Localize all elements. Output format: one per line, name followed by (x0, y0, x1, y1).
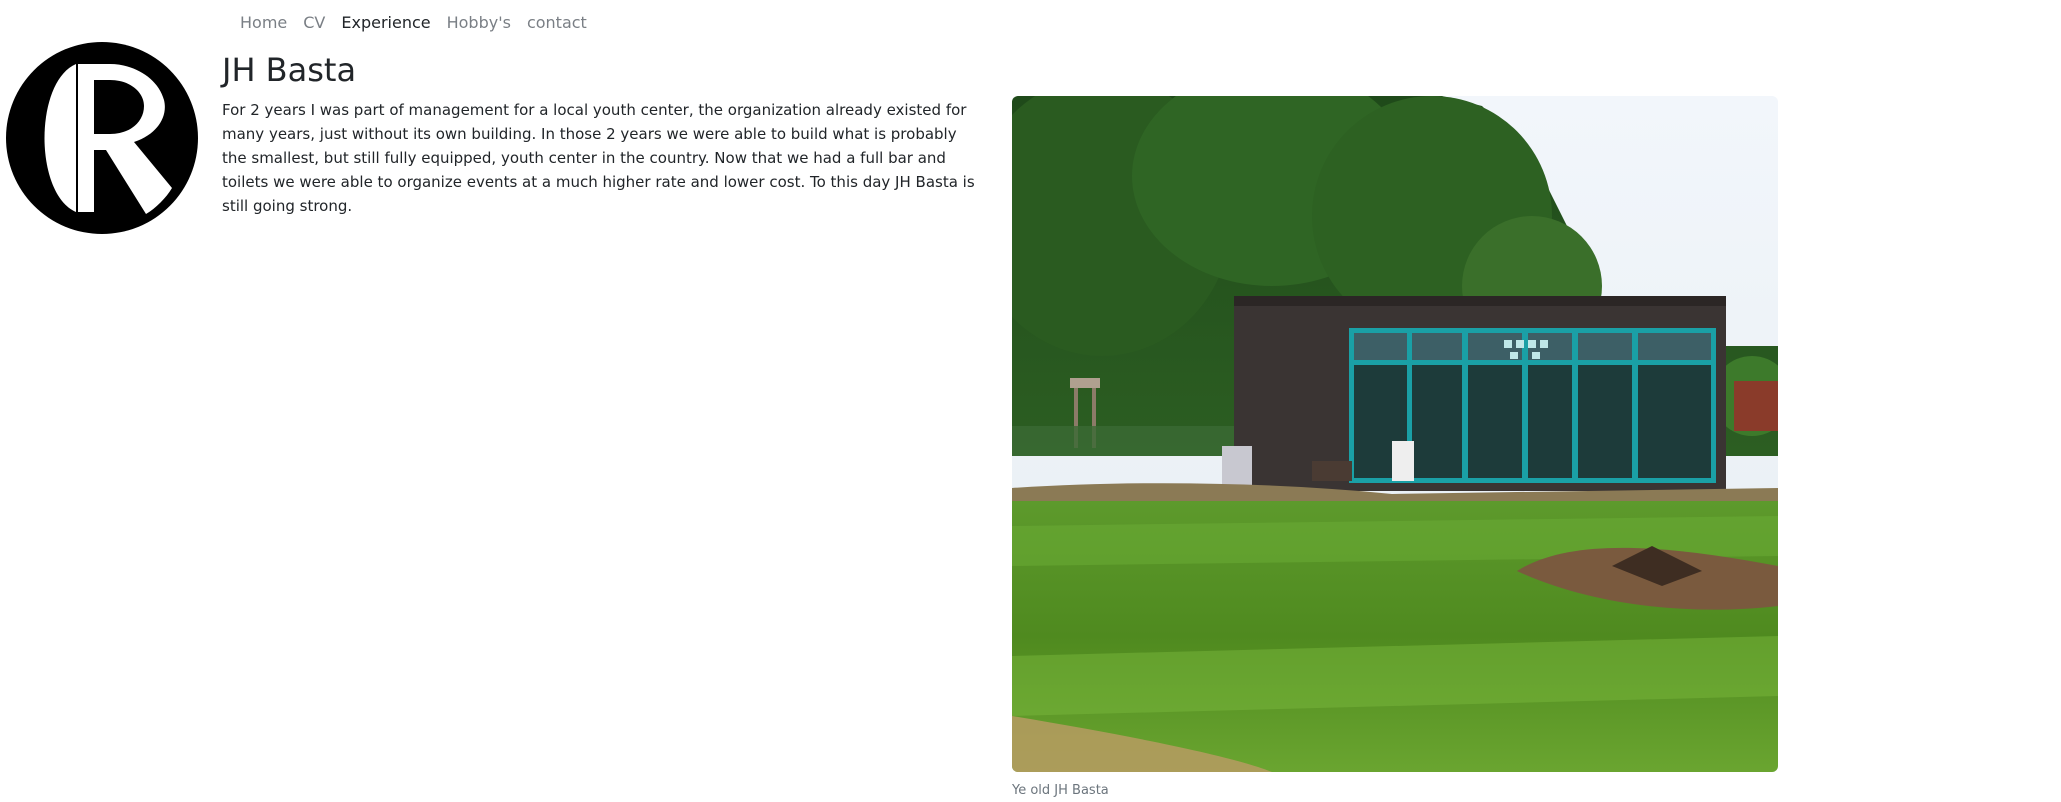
nav-link-experience[interactable]: Experience (333, 8, 438, 38)
nav-link-hobbys[interactable]: Hobby's (439, 8, 519, 38)
youth-center-photo (1012, 96, 1778, 772)
photo-caption: Ye old JH Basta (1012, 783, 1109, 798)
experience-description: For 2 years I was part of management for… (222, 101, 975, 215)
nav-link-contact[interactable]: contact (519, 8, 595, 38)
page-title: JH Basta (222, 51, 357, 89)
nav-link-home[interactable]: Home (232, 8, 295, 38)
r-circle-logo-icon (6, 42, 198, 234)
photo-figure: Ye old JH Basta (1012, 96, 1778, 800)
nav-link-cv[interactable]: CV (295, 8, 333, 38)
top-nav: Home CV Experience Hobby's contact (232, 8, 595, 38)
